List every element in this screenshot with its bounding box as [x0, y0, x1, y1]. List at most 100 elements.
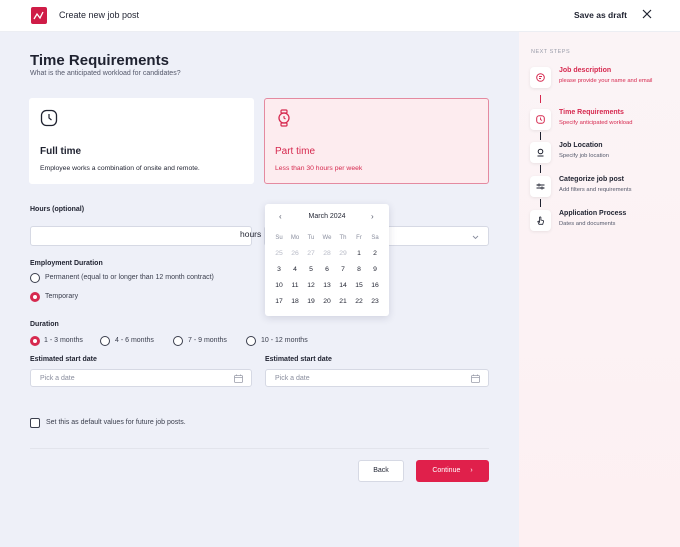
calendar-day[interactable]: 23	[367, 295, 383, 311]
card-title: Part time	[275, 146, 316, 157]
document-icon	[530, 67, 551, 88]
clock-icon	[530, 109, 551, 130]
calendar-day[interactable]: 16	[367, 279, 383, 295]
default-values-label: Set this as default values for future jo…	[46, 419, 186, 426]
step-description: Specify job location	[559, 153, 609, 159]
hand-pointer-icon	[530, 210, 551, 231]
card-description: Less than 30 hours per week	[275, 165, 363, 172]
calendar-day[interactable]: 7	[335, 263, 351, 279]
calendar-week: 25 26 27 28 29 1 2	[271, 247, 383, 263]
radio-label: Permanent (equal to or longer than 12 mo…	[45, 274, 214, 281]
calendar-week: 10 11 12 13 14 15 16	[271, 279, 383, 295]
back-button[interactable]: Back	[358, 460, 404, 482]
start-date-input[interactable]: Pick a date	[30, 369, 252, 387]
weekday-row: Su Mo Tu We Th Fr Sa	[271, 231, 383, 247]
weekday-label: We	[322, 235, 332, 241]
full-time-card[interactable]: Full time Employee works a combination o…	[29, 98, 254, 184]
hours-input[interactable]	[30, 226, 252, 246]
calendar-day[interactable]: 13	[319, 279, 335, 295]
page-subtitle: What is the anticipated workload for can…	[30, 70, 181, 77]
card-description: Employee works a combination of onsite a…	[40, 165, 200, 172]
page-header-title: Create new job post	[59, 10, 140, 20]
calendar-day[interactable]: 17	[271, 295, 287, 311]
chevron-down-icon	[472, 233, 479, 242]
step-description: Specify anticipated workload	[559, 120, 633, 126]
filter-icon	[530, 176, 551, 197]
weekday-label: Mo	[290, 235, 300, 241]
temporary-radio[interactable]	[30, 292, 40, 302]
chevron-right-icon: ›	[470, 467, 473, 474]
step-title: Time Requirements	[559, 109, 624, 116]
calendar-day[interactable]: 3	[271, 263, 287, 279]
calendar-day[interactable]: 15	[351, 279, 367, 295]
step-description: Add filters and requirements	[559, 187, 632, 193]
duration-10-12-radio[interactable]	[246, 336, 256, 346]
weekday-label: Fr	[356, 235, 362, 241]
date-picker-popup: ‹ March 2024 › Su Mo Tu We Th Fr Sa 25 2…	[265, 204, 389, 316]
calendar-day[interactable]: 18	[287, 295, 303, 311]
calendar-icon	[234, 374, 243, 383]
divider	[30, 448, 489, 449]
calendar-day[interactable]: 1	[351, 247, 367, 263]
calendar-icon	[471, 374, 480, 383]
calendar-day[interactable]: 21	[335, 295, 351, 311]
close-icon[interactable]	[640, 7, 654, 21]
calendar-week: 3 4 5 6 7 8 9	[271, 263, 383, 279]
permanent-radio[interactable]	[30, 273, 40, 283]
calendar-day[interactable]: 25	[271, 247, 287, 263]
step-description: please provide your name and email	[559, 78, 653, 84]
calendar-day[interactable]: 19	[303, 295, 319, 311]
step-connector	[540, 95, 541, 103]
location-pin-icon	[530, 142, 551, 163]
duration-1-3-radio[interactable]	[30, 336, 40, 346]
hours-label: Hours (optional)	[30, 206, 85, 213]
step-connector	[540, 132, 541, 140]
calendar-day[interactable]: 14	[335, 279, 351, 295]
radio-label: 4 - 6 months	[115, 337, 154, 344]
calendar-day[interactable]: 29	[335, 247, 351, 263]
calendar-week: 17 18 19 20 21 22 23	[271, 295, 383, 311]
calendar-day[interactable]: 28	[319, 247, 335, 263]
next-month-button[interactable]: ›	[371, 212, 374, 221]
app-logo-icon[interactable]	[31, 7, 47, 24]
calendar-day[interactable]: 20	[319, 295, 335, 311]
step-connector	[540, 165, 541, 173]
duration-4-6-radio[interactable]	[100, 336, 110, 346]
card-title: Full time	[40, 146, 82, 157]
calendar-day[interactable]: 27	[303, 247, 319, 263]
continue-button[interactable]: Continue ›	[416, 460, 489, 482]
page-title: Time Requirements	[30, 52, 169, 69]
weekday-label: Tu	[307, 235, 315, 241]
part-time-card[interactable]: Part time Less than 30 hours per week	[264, 98, 489, 184]
radio-label: Temporary	[45, 293, 79, 300]
start-date-label: Estimated start date	[30, 356, 97, 363]
calendar-grid: Su Mo Tu We Th Fr Sa 25 26 27 28 29 1 2 …	[271, 231, 383, 311]
step-connector	[540, 199, 541, 207]
calendar-day[interactable]: 26	[287, 247, 303, 263]
calendar-day[interactable]: 9	[367, 263, 383, 279]
calendar-day[interactable]: 10	[271, 279, 287, 295]
step-title: Job description	[559, 67, 612, 74]
calendar-day[interactable]: 12	[303, 279, 319, 295]
save-as-draft-button[interactable]: Save as draft	[574, 10, 627, 20]
calendar-day[interactable]: 22	[351, 295, 367, 311]
start-date-input[interactable]: Pick a date	[265, 369, 489, 387]
start-date-placeholder: Pick a date	[275, 375, 310, 382]
step-description: Dates and documents	[559, 221, 616, 227]
weekday-label: Su	[275, 235, 283, 241]
start-date-label: Estimated start date	[265, 356, 332, 363]
step-title: Application Process	[559, 210, 627, 217]
duration-7-9-radio[interactable]	[173, 336, 183, 346]
calendar-day[interactable]: 11	[287, 279, 303, 295]
default-values-checkbox[interactable]	[30, 418, 40, 428]
hours-unit-label: hours	[240, 229, 262, 239]
calendar-day[interactable]: 5	[303, 263, 319, 279]
calendar-day[interactable]: 6	[319, 263, 335, 279]
calendar-day[interactable]: 4	[287, 263, 303, 279]
watch-icon	[275, 109, 293, 127]
weekday-label: Sa	[371, 235, 379, 241]
radio-label: 10 - 12 months	[261, 337, 308, 344]
calendar-day[interactable]: 8	[351, 263, 367, 279]
calendar-day[interactable]: 2	[367, 247, 383, 263]
start-date-placeholder: Pick a date	[40, 375, 75, 382]
